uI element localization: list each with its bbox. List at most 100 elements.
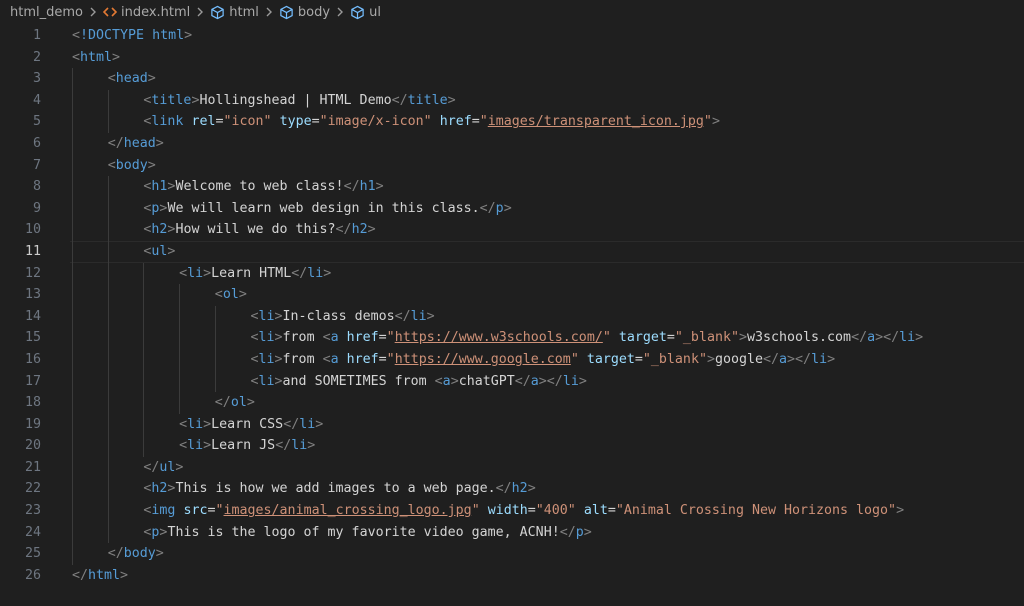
code-token: < — [250, 308, 259, 324]
code-token: li — [258, 373, 275, 389]
code-token: li — [258, 351, 275, 367]
code-token: > — [238, 287, 247, 303]
code-token: img — [151, 503, 176, 519]
code-token: "_blank" — [642, 351, 707, 367]
code-token: = — [634, 351, 643, 367]
indent-guide — [107, 240, 109, 263]
code-line[interactable]: 7 <body> — [0, 154, 1024, 177]
code-token: > — [315, 416, 324, 432]
code-token: target — [618, 330, 667, 346]
code-token: href — [346, 330, 379, 346]
indent-guide — [72, 305, 73, 328]
code-line[interactable]: 16 <li>from <a href="https://www.google.c… — [0, 348, 1024, 371]
code-line[interactable]: 21 </ul> — [0, 456, 1024, 479]
code-token: </ — [479, 200, 496, 216]
code-token: > — [307, 438, 316, 454]
indent-guide — [143, 284, 145, 306]
code-token: a — [779, 351, 788, 367]
indent-guide — [72, 89, 73, 112]
code-token: li — [299, 416, 316, 432]
code-token: " — [479, 114, 488, 130]
code-token: > — [738, 330, 747, 346]
code-token: li — [899, 330, 916, 346]
code-token: < — [72, 49, 81, 65]
code-text: <img src="images/animal_crossing_logo.jp… — [143, 500, 904, 522]
code-token: > — [375, 179, 384, 195]
code-token: > — [112, 49, 121, 65]
code-line[interactable]: 5 <link rel="icon" type="image/x-icon" hr… — [0, 111, 1024, 133]
code-line[interactable]: 10 <h2>How will we do this?</h2> — [0, 219, 1024, 241]
code-token: " — [471, 503, 480, 519]
breadcrumb-item[interactable]: ul — [350, 5, 381, 20]
code-line[interactable]: 6 </head> — [0, 132, 1024, 155]
code-line[interactable]: 8 <h1>Welcome to web class!</h1> — [0, 176, 1024, 198]
code-token: images/animal_crossing_logo.jpg — [223, 503, 472, 519]
code-line[interactable]: 19 <li>Learn CSS</li> — [0, 413, 1024, 436]
code-token: > — [527, 481, 536, 497]
breadcrumb-item[interactable]: body — [279, 5, 330, 20]
line-number: 24 — [24, 524, 41, 540]
code-line[interactable]: 2 <html> — [0, 47, 1024, 69]
line-number: 17 — [24, 373, 41, 389]
indent-guide — [143, 435, 145, 457]
code-token: < — [322, 330, 331, 346]
code-text: <li>and SOMETIMES from <a>chatGPT</a></l… — [251, 371, 587, 393]
code-line[interactable]: 17 <li>and SOMETIMES from <a>chatGPT</a><… — [0, 370, 1024, 393]
indent-guide — [143, 348, 145, 371]
indent-guide — [72, 435, 73, 457]
code-token: = — [666, 330, 675, 346]
indent-guide — [179, 348, 181, 371]
indent-guide — [72, 284, 73, 306]
code-line[interactable]: 22 <h2>This is how we add images to a web… — [0, 478, 1024, 501]
code-line[interactable]: 4 <title>Hollingshead | HTML Demo</title> — [0, 89, 1024, 112]
line-number: 20 — [24, 438, 41, 454]
code-token: > — [203, 265, 212, 281]
code-token: title — [407, 92, 448, 108]
code-token: In-class demos — [282, 308, 395, 324]
code-line[interactable]: 23 <img src="images/animal_crossing_logo.… — [0, 500, 1024, 522]
indent-guide — [107, 284, 109, 306]
code-line[interactable]: 24 <p>This is the logo of my favorite vid… — [0, 521, 1024, 544]
code-line[interactable]: 13 <ol> — [0, 284, 1024, 306]
indent-guide — [143, 305, 145, 328]
code-token: < — [250, 373, 259, 389]
code-line[interactable]: 15 <li>from <a href="https://www.w3school… — [0, 327, 1024, 349]
line-number: 19 — [24, 416, 41, 432]
code-line[interactable]: 12 <li>Learn HTML</li> — [0, 262, 1024, 285]
code-token: ></ — [875, 330, 900, 346]
code-line[interactable]: 1 <!DOCTYPE html> — [0, 25, 1024, 47]
code-line[interactable]: 11 <ul> — [0, 240, 1024, 263]
breadcrumb-item[interactable]: index.html — [102, 5, 190, 20]
code-editor[interactable]: 1 <!DOCTYPE html> 2 <html> 3 <head> 4 <title>Ho… — [0, 24, 1024, 586]
code-line[interactable]: 14 <li>In-class demos</li> — [0, 305, 1024, 328]
chevron-right-icon — [265, 7, 273, 17]
code-line[interactable]: 26 </html> — [0, 565, 1024, 587]
code-token: = — [378, 330, 387, 346]
breadcrumb-label: html — [229, 4, 259, 20]
code-text: <ol> — [215, 284, 247, 306]
code-text: </ul> — [143, 457, 183, 479]
indent-guide — [107, 392, 109, 414]
indent-guide — [72, 262, 73, 285]
symbol-element-icon — [350, 5, 365, 20]
indent-guide — [72, 500, 73, 522]
code-line[interactable]: 3 <head> — [0, 68, 1024, 90]
code-token: head — [123, 135, 156, 151]
code-line[interactable]: 9 <p>We will learn web design in this cla… — [0, 197, 1024, 220]
code-token: li — [291, 438, 308, 454]
code-token: < — [179, 438, 188, 454]
code-token: = — [378, 351, 387, 367]
code-token: "image/x-icon" — [319, 114, 432, 130]
code-text: <head> — [108, 68, 156, 90]
code-line[interactable]: 25 </body> — [0, 543, 1024, 565]
code-line[interactable]: 20 <li>Learn JS</li> — [0, 435, 1024, 457]
breadcrumb-item[interactable]: html — [210, 5, 259, 20]
code-token: = — [607, 503, 616, 519]
code-token: </ — [214, 395, 231, 411]
line-number: 5 — [32, 114, 41, 130]
breadcrumb-item[interactable]: html_demo — [10, 5, 83, 20]
code-line[interactable]: 18 </ol> — [0, 392, 1024, 414]
indent-guide — [107, 176, 109, 198]
